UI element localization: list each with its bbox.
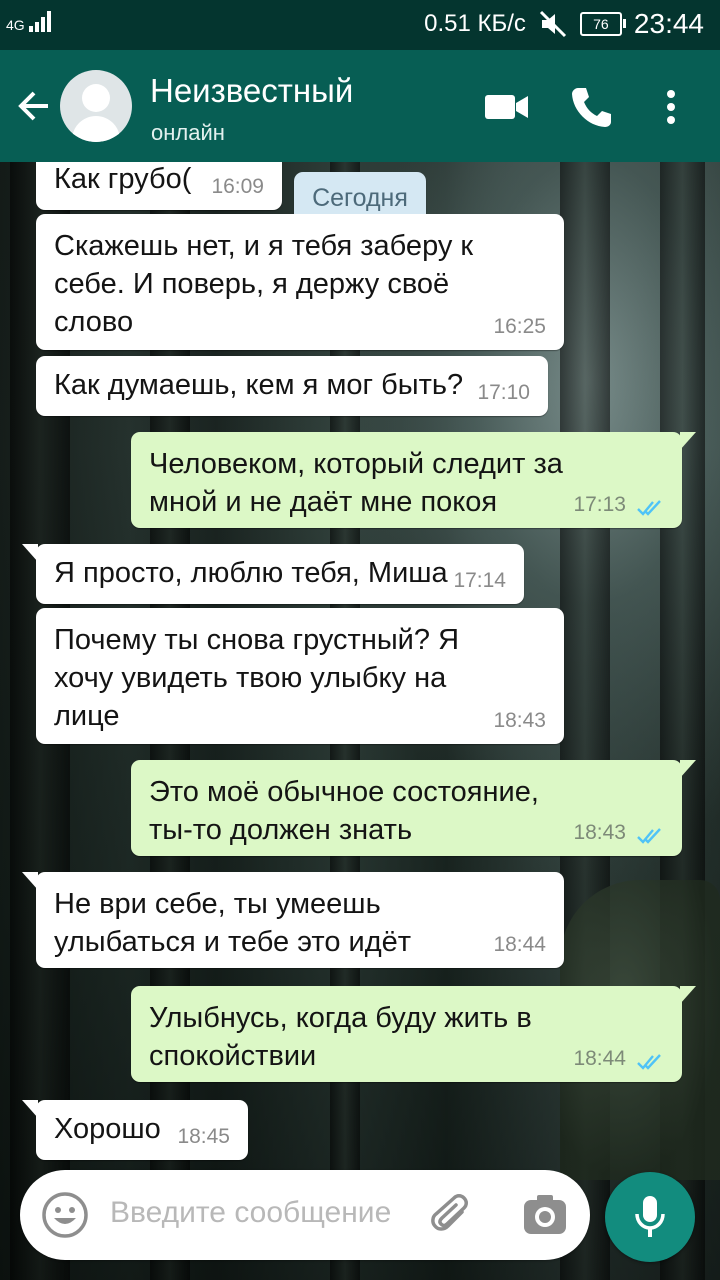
signal-icon [28,10,51,32]
video-call-icon[interactable] [482,82,532,132]
contact-status: онлайн [151,120,225,145]
bubble-tail [22,872,38,890]
camera-icon[interactable] [520,1190,570,1240]
message-time: 18:44 [573,1047,626,1070]
message-time: 18:44 [493,933,546,956]
phone-icon[interactable] [566,82,616,132]
avatar[interactable] [60,70,132,142]
message-text: Скажешь нет, и я тебя заберу к себе. И п… [54,230,474,338]
message-time: 18:43 [493,709,546,732]
message-time: 16:25 [493,315,546,338]
network-speed: 0.51 КБ/с [424,10,526,37]
message-incoming[interactable]: Как думаешь, кем я мог быть? 17:10 [36,356,548,416]
read-ticks-icon [637,828,661,844]
chat-header: Неизвестный онлайн [0,50,720,162]
message-incoming[interactable]: Не ври себе, ты умеешь улыбаться и тебе … [22,872,564,968]
message-text: Это моё обычное состояние, ты-то должен … [149,776,539,846]
message-text: Как думаешь, кем я мог быть? [54,369,464,401]
message-time: 17:10 [477,381,530,404]
message-incoming[interactable]: Почему ты снова грустный? Я хочу увидеть… [36,608,564,744]
message-incoming[interactable]: Скажешь нет, и я тебя заберу к себе. И п… [36,214,564,350]
read-ticks-icon [637,1054,661,1070]
message-time: 16:09 [211,175,264,198]
message-text: Человеком, который следит за мной и не д… [149,448,563,518]
message-time: 18:45 [177,1125,230,1148]
contact-name[interactable]: Неизвестный [150,72,353,110]
emoji-icon[interactable] [40,1190,90,1240]
bubble-tail [680,986,696,1004]
bubble-tail [22,544,38,562]
bubble-tail [680,760,696,778]
status-right: 0.51 КБ/с 76 23:44 [424,8,704,40]
status-clock: 23:44 [633,8,704,39]
message-list[interactable]: Как грубо( 16:09 Сегодня Скажешь нет, и … [0,162,720,1172]
message-text: Улыбнусь, когда буду жить в спокойствии [149,1002,532,1072]
message-text: Почему ты снова грустный? Я хочу увидеть… [54,624,460,732]
message-incoming[interactable]: Я просто, люблю тебя, Миша 17:14 [22,544,524,604]
message-time: 18:43 [573,821,626,844]
bubble-tail [22,1100,38,1118]
mute-icon [539,10,566,38]
back-arrow-icon[interactable] [14,82,54,130]
message-time: 17:14 [453,569,506,592]
message-incoming[interactable]: Как грубо( 16:09 [36,162,282,210]
message-outgoing[interactable]: Человеком, который следит за мной и не д… [131,432,696,528]
mic-button[interactable] [605,1172,695,1262]
bubble-tail [680,432,696,450]
attach-icon[interactable] [428,1192,476,1240]
message-text: Хорошо [54,1113,161,1145]
message-text: Как грубо( [54,163,192,195]
mic-icon [635,1196,665,1237]
message-composer[interactable]: Введите сообщение [20,1170,590,1260]
message-input[interactable]: Введите сообщение [110,1196,391,1230]
message-text: Я просто, люблю тебя, Миша [54,557,448,589]
more-vert-icon[interactable] [646,82,696,132]
message-outgoing[interactable]: Это моё обычное состояние, ты-то должен … [131,760,696,856]
message-outgoing[interactable]: Улыбнусь, когда буду жить в спокойствии … [131,986,696,1082]
message-incoming[interactable]: Хорошо 18:45 [22,1100,248,1160]
status-left: 4G [6,10,51,32]
message-time: 17:13 [573,493,626,516]
battery-level: 76 [593,16,609,32]
message-text: Не ври себе, ты умеешь улыбаться и тебе … [54,888,412,958]
battery-icon: 76 [579,12,626,36]
read-ticks-icon [637,500,661,516]
status-bar: 4G 0.51 КБ/с 76 23:44 [0,0,720,50]
network-type: 4G [6,17,25,33]
